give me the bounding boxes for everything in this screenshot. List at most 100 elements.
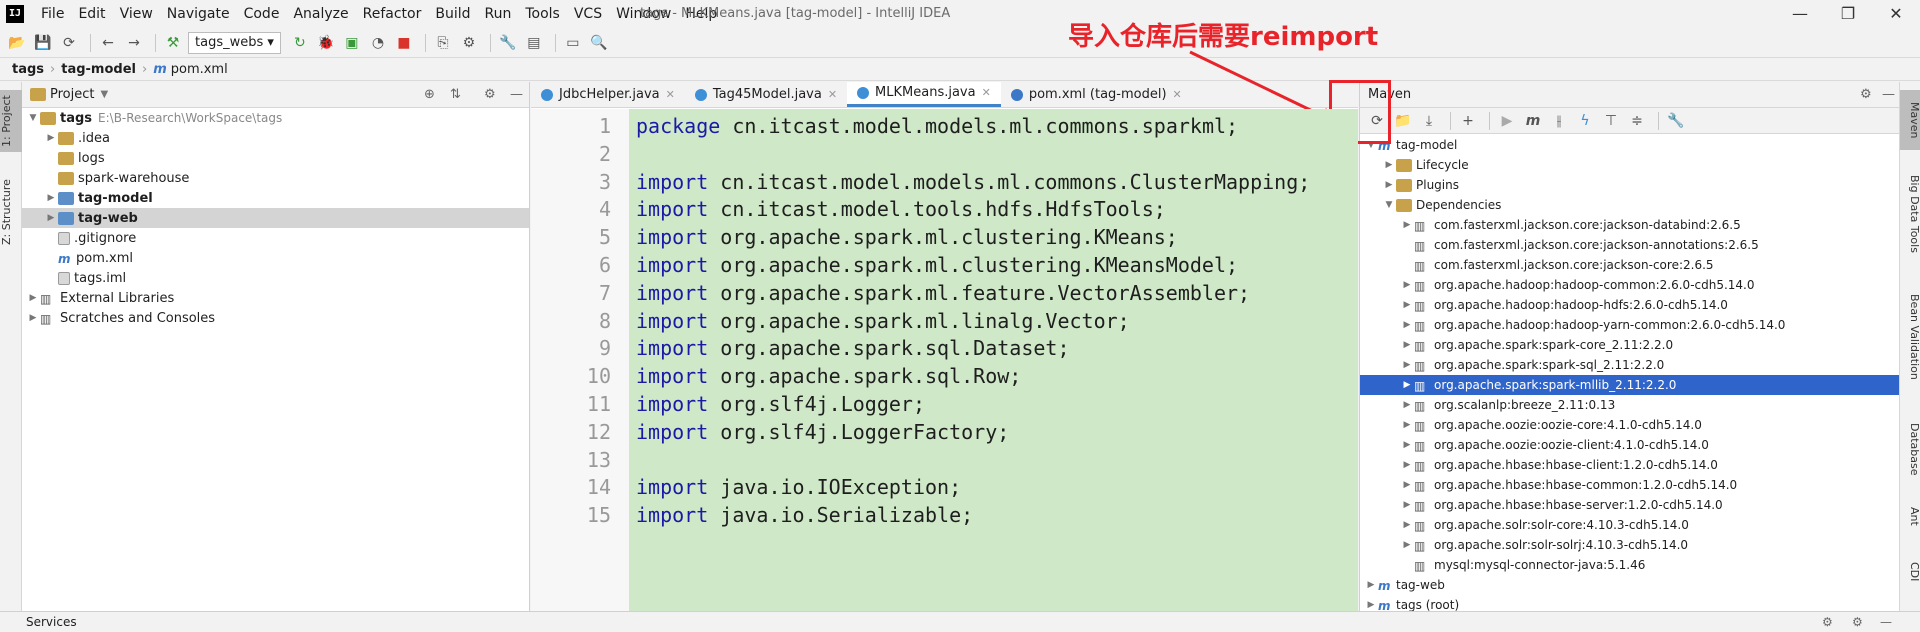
dependency-item[interactable]: ▶ ▥ org.apache.spark:spark-mllib_2.11:2.2.… xyxy=(1360,375,1900,395)
tree-item[interactable]: ▶ tag-model xyxy=(22,188,529,208)
breadcrumb-item[interactable]: tags xyxy=(12,62,44,77)
maven-tree-item[interactable]: ▶ Lifecycle xyxy=(1360,155,1900,175)
run-config-select[interactable]: tags_webs ▾ xyxy=(188,32,281,54)
tool-window-tab[interactable]: Ant xyxy=(1900,496,1920,536)
maximize-button[interactable]: ❐ xyxy=(1826,2,1870,26)
download-icon[interactable]: ⤓ xyxy=(1418,110,1440,132)
tree-item[interactable]: .gitignore xyxy=(22,228,529,248)
menu-item[interactable]: Build xyxy=(428,6,477,22)
menu-item[interactable]: Edit xyxy=(71,6,112,22)
tool-window-tab[interactable]: Database xyxy=(1900,414,1920,484)
code-line[interactable]: package cn.itcast.model.models.ml.common… xyxy=(636,113,1238,141)
expand-arrow-icon[interactable]: ▶ xyxy=(1400,220,1414,230)
dependency-item[interactable]: ▶ ▥ org.apache.solr:solr-solrj:4.10.3-cdh5… xyxy=(1360,535,1900,555)
dependency-item[interactable]: ▶ ▥ org.apache.hadoop:hadoop-hdfs:2.6.0-cd… xyxy=(1360,295,1900,315)
coverage-icon[interactable]: ▣ xyxy=(341,32,363,54)
expand-arrow-icon[interactable]: ▶ xyxy=(1400,360,1414,370)
dependency-item[interactable]: ▥ com.fasterxml.jackson.core:jackson-core… xyxy=(1360,255,1900,275)
menu-item[interactable]: Tools xyxy=(518,6,567,22)
tool-window-tab[interactable]: CDI xyxy=(1900,552,1920,592)
project-structure-icon[interactable]: ▤ xyxy=(523,32,545,54)
chevron-down-icon[interactable]: ▼ xyxy=(100,89,108,100)
tree-item[interactable]: tags.iml xyxy=(22,268,529,288)
code-line[interactable]: import org.slf4j.Logger; xyxy=(636,391,925,419)
gear-icon[interactable]: ⚙ xyxy=(1822,612,1833,632)
gear-icon[interactable]: ⚙ xyxy=(1860,87,1872,102)
tree-item[interactable]: ▶ ▥ External Libraries xyxy=(22,288,529,308)
close-tab-icon[interactable]: ✕ xyxy=(666,82,675,108)
expand-arrow-icon[interactable]: ▶ xyxy=(1400,420,1414,430)
run-icon[interactable]: ▶ xyxy=(1496,110,1518,132)
menu-item[interactable]: View xyxy=(113,6,160,22)
tool-window-tab[interactable]: Maven xyxy=(1900,90,1920,150)
sync-icon[interactable]: ⟳ xyxy=(58,32,80,54)
dependency-item[interactable]: ▶ ▥ org.apache.hbase:hbase-common:1.2.0-cd… xyxy=(1360,475,1900,495)
expand-arrow-icon[interactable]: ▶ xyxy=(44,133,58,143)
dependency-item[interactable]: ▶ ▥ org.apache.spark:spark-core_2.11:2.2.0 xyxy=(1360,335,1900,355)
expand-arrow-icon[interactable]: ▶ xyxy=(26,293,40,303)
dependency-item[interactable]: ▶ ▥ org.apache.spark:spark-sql_2.11:2.2.0 xyxy=(1360,355,1900,375)
expand-arrow-icon[interactable]: ▶ xyxy=(1400,520,1414,530)
dependency-item[interactable]: ▶ ▥ org.apache.solr:solr-core:4.10.3-cdh5.… xyxy=(1360,515,1900,535)
search-icon[interactable]: 🔍 xyxy=(588,32,610,54)
tool-window-tab[interactable]: Bean Validation xyxy=(1900,282,1920,392)
dependency-item[interactable]: ▥ com.fasterxml.jackson.core:jackson-anno… xyxy=(1360,235,1900,255)
code-area[interactable]: package cn.itcast.model.models.ml.common… xyxy=(629,109,1358,611)
locate-icon[interactable]: ⊕ xyxy=(424,87,435,102)
vcs-icon[interactable]: ⎘ xyxy=(432,32,454,54)
editor-tab[interactable]: MLKMeans.java ✕ xyxy=(847,82,1001,107)
expand-arrow-icon[interactable]: ▶ xyxy=(1364,600,1378,610)
menu-item[interactable]: File xyxy=(34,6,71,22)
code-line[interactable]: import org.apache.spark.ml.clustering.KM… xyxy=(636,224,1178,252)
tool-window-tab[interactable]: Big Data Tools xyxy=(1900,164,1920,264)
tree-item[interactable]: ▶ tag-web xyxy=(22,208,529,228)
expand-arrow-icon[interactable]: ▶ xyxy=(1400,380,1414,390)
dependency-item[interactable]: ▥ mysql:mysql-connector-java:5.1.46 xyxy=(1360,555,1900,575)
code-line[interactable]: import org.slf4j.LoggerFactory; xyxy=(636,419,1009,447)
debug-icon[interactable]: 🐞 xyxy=(315,32,337,54)
toggle-offline-icon[interactable]: ⫲ xyxy=(1548,110,1570,132)
profile-icon[interactable]: ◔ xyxy=(367,32,389,54)
expand-arrow-icon[interactable]: ▶ xyxy=(26,313,40,323)
editor-tab[interactable]: pom.xml (tag-model) ✕ xyxy=(1001,82,1192,107)
skip-tests-icon[interactable]: ϟ xyxy=(1574,110,1596,132)
code-line[interactable]: import java.io.IOException; xyxy=(636,474,961,502)
code-line[interactable]: import org.apache.spark.ml.linalg.Vector… xyxy=(636,308,1130,336)
expand-arrow-icon[interactable]: ▶ xyxy=(1364,580,1378,590)
tab-structure[interactable]: Z: Structure xyxy=(0,172,22,252)
rerun-icon[interactable]: ↻ xyxy=(289,32,311,54)
maven-tree-item[interactable]: ▼ m tag-model xyxy=(1360,135,1900,155)
add-icon[interactable]: + xyxy=(1457,110,1479,132)
generate-sources-icon[interactable]: 📁 xyxy=(1392,110,1414,132)
menu-item[interactable]: Analyze xyxy=(286,6,355,22)
collapse-all-icon[interactable]: ⇅ xyxy=(450,87,461,102)
settings-wrench-icon[interactable]: 🔧 xyxy=(497,32,519,54)
vcs-update-icon[interactable]: ⚙ xyxy=(458,32,480,54)
minimize-button[interactable]: — xyxy=(1778,2,1822,26)
collapse-all-icon[interactable]: ≑ xyxy=(1626,110,1648,132)
dependency-item[interactable]: ▶ ▥ org.apache.hbase:hbase-server:1.2.0-cd… xyxy=(1360,495,1900,515)
close-tab-icon[interactable]: ✕ xyxy=(982,80,991,106)
expand-arrow-icon[interactable]: ▶ xyxy=(1400,460,1414,470)
close-tab-icon[interactable]: ✕ xyxy=(1173,82,1182,108)
settings-icon[interactable]: ⚙ xyxy=(1852,612,1863,632)
expand-arrow-icon[interactable]: ▶ xyxy=(1400,340,1414,350)
gear-icon[interactable]: ⚙ xyxy=(484,87,496,102)
stop-icon[interactable]: ■ xyxy=(393,32,415,54)
expand-arrow-icon[interactable]: ▶ xyxy=(1400,300,1414,310)
maven-tree-item[interactable]: ▶ m tags (root) xyxy=(1360,595,1900,611)
menu-item[interactable]: Code xyxy=(237,6,287,22)
hide-panel-icon[interactable]: — xyxy=(1880,612,1892,632)
code-line[interactable]: import org.apache.spark.ml.feature.Vecto… xyxy=(636,280,1250,308)
back-icon[interactable]: ← xyxy=(97,32,119,54)
expand-arrow-icon[interactable]: ▶ xyxy=(44,213,58,223)
expand-arrow-icon[interactable]: ▶ xyxy=(1400,500,1414,510)
forward-icon[interactable]: → xyxy=(123,32,145,54)
tree-item[interactable]: ▶ .idea xyxy=(22,128,529,148)
wrench-icon[interactable]: 🔧 xyxy=(1665,110,1687,132)
expand-arrow-icon[interactable]: ▶ xyxy=(44,193,58,203)
dependency-item[interactable]: ▶ ▥ org.scalanlp:breeze_2.11:0.13 xyxy=(1360,395,1900,415)
dependency-item[interactable]: ▶ ▥ org.apache.hbase:hbase-client:1.2.0-cd… xyxy=(1360,455,1900,475)
menu-item[interactable]: Refactor xyxy=(356,6,429,22)
tree-item[interactable]: m pom.xml xyxy=(22,248,529,268)
